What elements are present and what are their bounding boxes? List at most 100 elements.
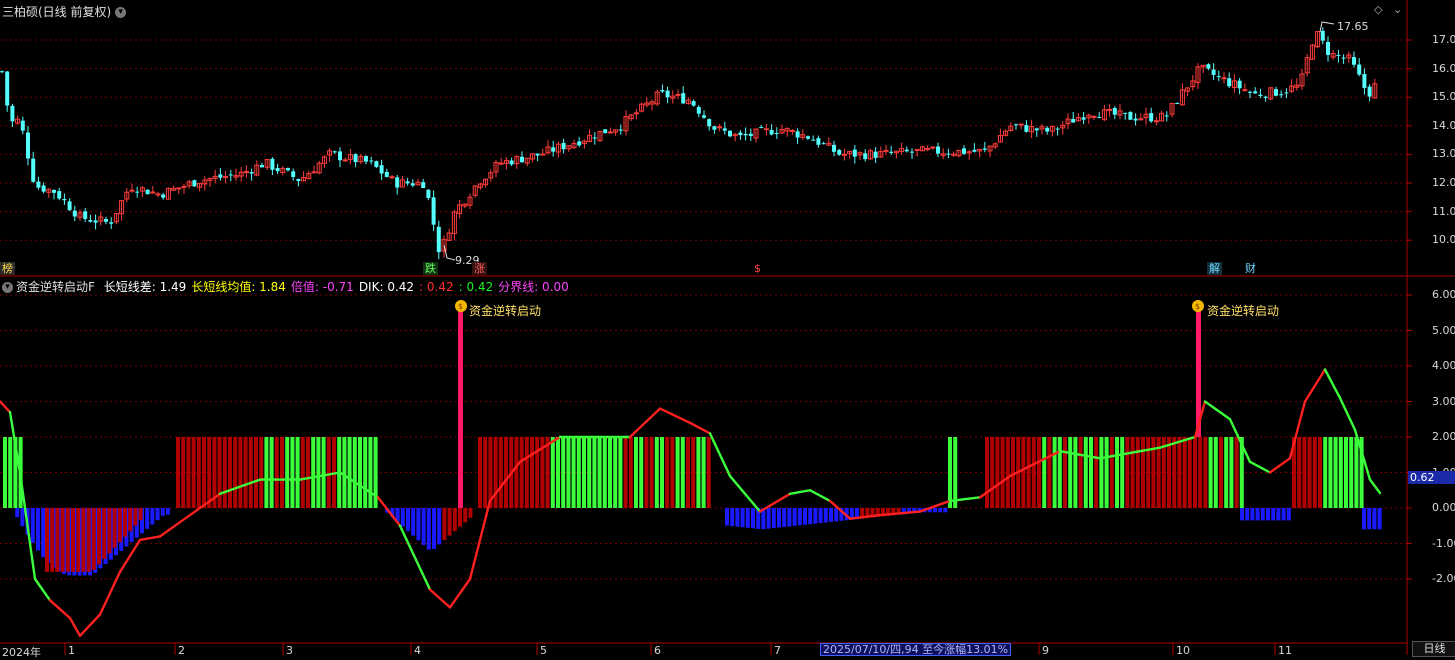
indicator-bar (829, 508, 833, 522)
candle-down (1123, 112, 1128, 114)
chart-window[interactable]: $ $ 三柏硕(日线 前复权) ▾ ◇ ⌄ ▾ 资金逆转启动F 长短线差: 1.49 长… (0, 0, 1455, 659)
candle-up (311, 171, 317, 174)
indicator-bar (782, 508, 787, 527)
candle-down (36, 181, 41, 188)
diamond-icon[interactable]: ◇ (1374, 3, 1382, 16)
indicator-bar (1094, 437, 1099, 508)
candle-up (1107, 109, 1113, 112)
indicator-bar (1367, 508, 1372, 530)
candle-down (1024, 125, 1029, 132)
more-icon[interactable]: ⌄ (1393, 3, 1402, 16)
candle-down (972, 149, 977, 152)
candle-down (1034, 128, 1039, 131)
indicator-bar (1073, 437, 1078, 508)
event-tag[interactable]: $ (752, 262, 763, 275)
indicator-bar (771, 508, 776, 529)
candle-up (925, 148, 931, 151)
indicator-bar (400, 508, 405, 527)
stock-title: 三柏硕(日线 前复权) (2, 5, 112, 19)
indicator-bar (751, 508, 755, 529)
time-axis-label: 6 (654, 644, 661, 657)
indicator-bar (233, 437, 238, 508)
candle-down (660, 89, 665, 92)
indicator-bar (1354, 437, 1359, 508)
indicator-bar (740, 508, 745, 528)
candle-up (1242, 89, 1248, 92)
candle-down (338, 151, 342, 161)
event-tag[interactable]: 财 (1243, 262, 1258, 275)
indicator-bar (566, 437, 571, 508)
candle-down (88, 220, 93, 222)
price-tick-label: 14.00 (1432, 118, 1455, 132)
indicator-bar (649, 437, 654, 508)
candle-up (155, 193, 161, 196)
time-axis-label: 3 (286, 644, 293, 657)
indicator-bar (818, 508, 823, 524)
candle-down (936, 146, 940, 154)
indicator-menu-icon[interactable]: ▾ (2, 282, 13, 293)
chart-canvas[interactable]: $ $ (0, 0, 1455, 655)
indicator-bar (535, 437, 540, 508)
indicator-bar (665, 437, 670, 508)
indicator-bar (123, 508, 127, 537)
indicator-bar (990, 437, 995, 508)
signal-label: 资金逆转启动 (1207, 304, 1280, 318)
event-tag[interactable]: 榜 (0, 262, 15, 275)
indicator-bar (217, 437, 222, 508)
candle-down (795, 131, 800, 138)
indicator-tick-label: 4.00 (1432, 359, 1455, 372)
indicator-bar (426, 508, 431, 550)
indicator-bar (102, 508, 107, 559)
indicator-bar (787, 508, 792, 527)
time-axis-label: 10 (1176, 644, 1190, 657)
time-axis-label: 2024年 (2, 646, 41, 659)
event-tag[interactable]: 跌 (423, 262, 438, 275)
indicator-bar (1260, 508, 1265, 521)
indicator-bar (797, 508, 802, 526)
candle-down (618, 129, 623, 131)
candle-down (109, 222, 114, 224)
candle-down (696, 107, 701, 114)
candle-down (275, 168, 280, 172)
price-tick-label: 16.00 (1432, 61, 1455, 75)
candle-down (665, 90, 670, 98)
candle-up (389, 176, 395, 179)
candle-up (1153, 120, 1159, 123)
candle-down (904, 149, 909, 152)
candle-up (841, 153, 847, 156)
event-tag[interactable]: 解 (1207, 262, 1222, 275)
indicator-bar (545, 437, 550, 508)
indicator-bar (207, 437, 212, 508)
indicator-bar (1255, 508, 1260, 521)
indicator-bar (1167, 437, 1171, 508)
chevron-down-icon[interactable]: ▾ (115, 7, 127, 18)
indicator-bar (347, 437, 352, 508)
indicator-bar (1328, 437, 1333, 508)
indicator-bar (670, 437, 675, 508)
indicator-bar (1349, 437, 1354, 508)
candle-down (681, 93, 686, 104)
candle-down (270, 158, 275, 170)
candle-up (181, 185, 187, 188)
indicator-bar (725, 508, 729, 526)
window-title: 三柏硕(日线 前复权) ▾ (2, 3, 127, 20)
indicator-bar (358, 437, 362, 508)
indicator-bar (1135, 437, 1140, 508)
indicator-bar (20, 508, 25, 527)
indicator-bar (191, 437, 196, 508)
candle-up (129, 189, 135, 192)
candle-down (1216, 76, 1221, 78)
candle-down (52, 189, 56, 193)
time-axis-label: 9 (1042, 644, 1049, 657)
candle-up (1138, 118, 1144, 121)
candle-down (0, 71, 4, 73)
candle-down (369, 160, 374, 162)
candle-down (1097, 117, 1102, 119)
event-tag[interactable]: 涨 (472, 262, 487, 275)
indicator-bar (166, 508, 170, 515)
candle-down (296, 178, 301, 182)
indicator-bar (1063, 437, 1067, 508)
indicator-bar (1120, 437, 1125, 508)
candle-down (1341, 57, 1346, 59)
indicator-bar (368, 437, 373, 508)
